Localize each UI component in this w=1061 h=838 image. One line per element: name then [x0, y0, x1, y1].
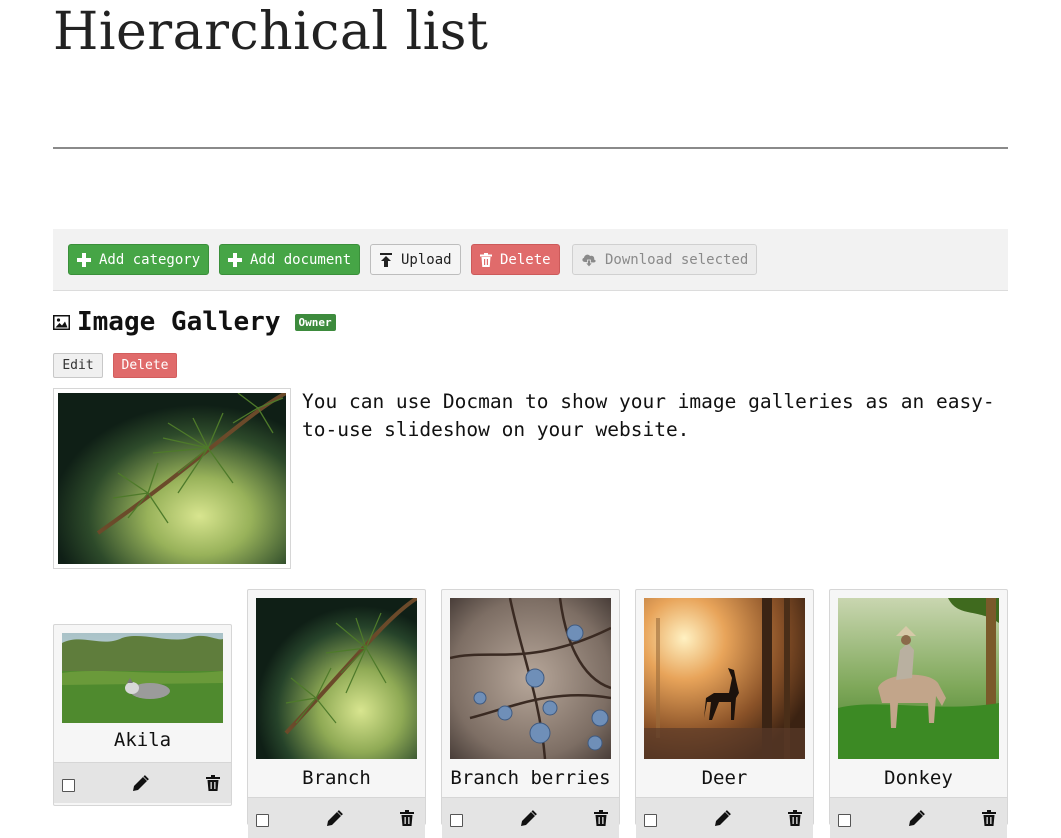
document-name[interactable]: Donkey — [830, 767, 1007, 789]
trash-icon[interactable] — [206, 775, 220, 795]
cloud-download-icon — [581, 253, 597, 267]
owner-badge: Owner — [294, 313, 336, 331]
select-checkbox[interactable] — [62, 779, 75, 792]
add-document-label: Add document — [250, 251, 352, 268]
category-description: You can use Docman to show your image ga… — [302, 390, 995, 441]
document-thumbnail[interactable] — [450, 598, 611, 759]
document-actions — [54, 762, 231, 803]
pencil-icon[interactable] — [520, 810, 537, 831]
download-selected-label: Download selected — [605, 251, 749, 268]
download-selected-button[interactable]: Download selected — [572, 244, 758, 275]
select-checkbox[interactable] — [838, 814, 851, 827]
document-name[interactable]: Branch — [248, 767, 425, 789]
document-card-donkey[interactable]: Donkey — [829, 589, 1008, 838]
add-document-button[interactable]: Add document — [219, 244, 361, 275]
pencil-icon[interactable] — [714, 810, 731, 831]
select-checkbox[interactable] — [450, 814, 463, 827]
select-checkbox[interactable] — [256, 814, 269, 827]
pencil-icon[interactable] — [132, 775, 149, 796]
title-divider — [53, 147, 1008, 149]
add-category-button[interactable]: Add category — [68, 244, 210, 275]
document-actions — [830, 797, 1007, 838]
trash-icon[interactable] — [982, 810, 996, 830]
trash-icon[interactable] — [400, 810, 414, 830]
document-card-akila[interactable]: Akila — [53, 624, 232, 806]
image-icon — [53, 314, 70, 330]
document-actions — [442, 797, 619, 838]
plus-icon — [77, 252, 91, 267]
category-header: Image Gallery Owner — [53, 307, 336, 337]
delete-label: Delete — [500, 251, 551, 268]
document-thumbnail[interactable] — [644, 598, 805, 759]
document-thumbnail[interactable] — [256, 598, 417, 759]
document-card-branch-berries[interactable]: Branch berries — [441, 589, 620, 838]
document-name[interactable]: Deer — [636, 767, 813, 789]
pencil-icon[interactable] — [908, 810, 925, 831]
document-card-branch[interactable]: Branch — [247, 589, 426, 838]
category-edit-button[interactable]: Edit — [53, 353, 103, 378]
page-title: Hierarchical list — [53, 2, 489, 62]
upload-button[interactable]: Upload — [370, 244, 461, 275]
document-card-deer[interactable]: Deer — [635, 589, 814, 838]
upload-icon — [379, 252, 393, 267]
select-checkbox[interactable] — [644, 814, 657, 827]
trash-icon[interactable] — [788, 810, 802, 830]
add-category-label: Add category — [99, 251, 201, 268]
upload-label: Upload — [401, 251, 452, 268]
delete-button[interactable]: Delete — [471, 244, 560, 275]
pencil-icon[interactable] — [326, 810, 343, 831]
trash-icon — [480, 252, 492, 267]
document-name[interactable]: Branch berries — [442, 767, 619, 789]
document-name[interactable]: Akila — [54, 729, 231, 751]
category-image — [53, 388, 291, 569]
document-actions — [248, 797, 425, 838]
document-thumbnail[interactable] — [62, 633, 223, 723]
document-thumbnail[interactable] — [838, 598, 999, 759]
category-delete-button[interactable]: Delete — [113, 353, 177, 378]
category-title: Image Gallery — [77, 307, 281, 337]
trash-icon[interactable] — [594, 810, 608, 830]
document-actions — [636, 797, 813, 838]
plus-icon — [228, 252, 242, 267]
toolbar: Add category Add document Upload Delete … — [53, 229, 1008, 291]
